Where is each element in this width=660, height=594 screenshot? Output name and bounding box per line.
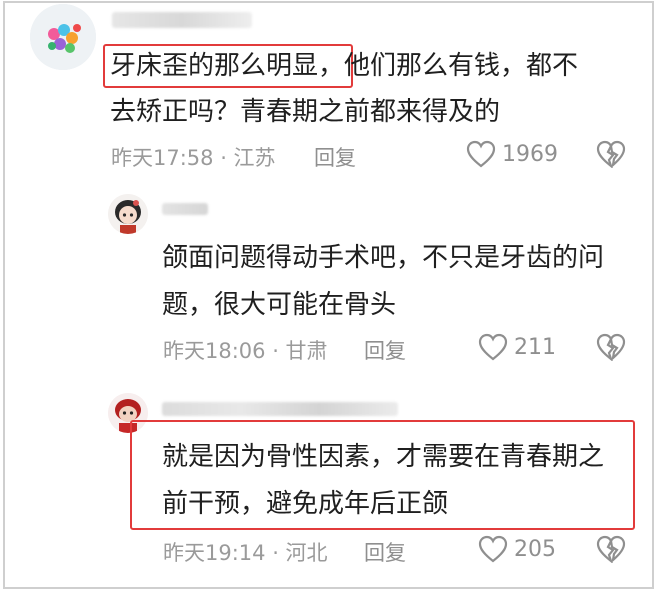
username-blurred[interactable] <box>162 402 398 416</box>
dislike-button[interactable] <box>596 140 626 172</box>
broken-heart-icon <box>596 140 626 170</box>
like-button[interactable]: 211 <box>478 333 556 361</box>
comment-text-line2: 前干预，避免成年后正颌 <box>162 489 449 519</box>
flower-avatar-icon <box>30 4 96 70</box>
avatar[interactable] <box>108 194 148 234</box>
timestamp-location: 昨天17:58 · 江苏 <box>111 146 276 170</box>
broken-heart-icon <box>596 535 626 565</box>
comment-text-line1: 牙床歪的那么明显，他们那么有钱，都不 <box>110 42 578 91</box>
username-blurred[interactable] <box>112 12 252 28</box>
like-count: 205 <box>514 536 556 562</box>
heart-outline-icon <box>478 535 508 563</box>
reply-button[interactable]: 回复 <box>314 142 356 172</box>
highlighted-text: 牙床歪的那么明显， <box>110 51 345 81</box>
heart-outline-icon <box>466 140 496 168</box>
comment-text-line1: 颌面问题得动手术吧，不只是牙齿的问 <box>162 243 605 273</box>
timestamp-location: 昨天18:06 · 甘肃 <box>163 339 328 363</box>
like-button[interactable]: 1969 <box>466 140 558 168</box>
heart-outline-icon <box>478 333 508 361</box>
anime-girl-avatar-icon <box>108 194 148 234</box>
timestamp-location: 昨天19:14 · 河北 <box>163 541 328 565</box>
dislike-button[interactable] <box>596 333 626 365</box>
comment-text-line2: 题，很大可能在骨头 <box>162 290 397 320</box>
dislike-button[interactable] <box>596 535 626 567</box>
like-count: 1969 <box>502 141 558 167</box>
comment-text-line1: 就是因为骨性因素，才需要在青春期之 <box>162 442 605 472</box>
avatar[interactable] <box>30 4 96 70</box>
reply-button[interactable]: 回复 <box>364 335 406 365</box>
broken-heart-icon <box>596 333 626 363</box>
reply-button[interactable]: 回复 <box>364 537 406 567</box>
comment-text-rest: 他们那么有钱，都不 <box>344 51 579 81</box>
username-blurred[interactable] <box>162 203 208 215</box>
comment-text-line2: 去矫正吗？青春期之前都来得及的 <box>110 97 501 127</box>
like-count: 211 <box>514 334 556 360</box>
like-button[interactable]: 205 <box>478 535 556 563</box>
